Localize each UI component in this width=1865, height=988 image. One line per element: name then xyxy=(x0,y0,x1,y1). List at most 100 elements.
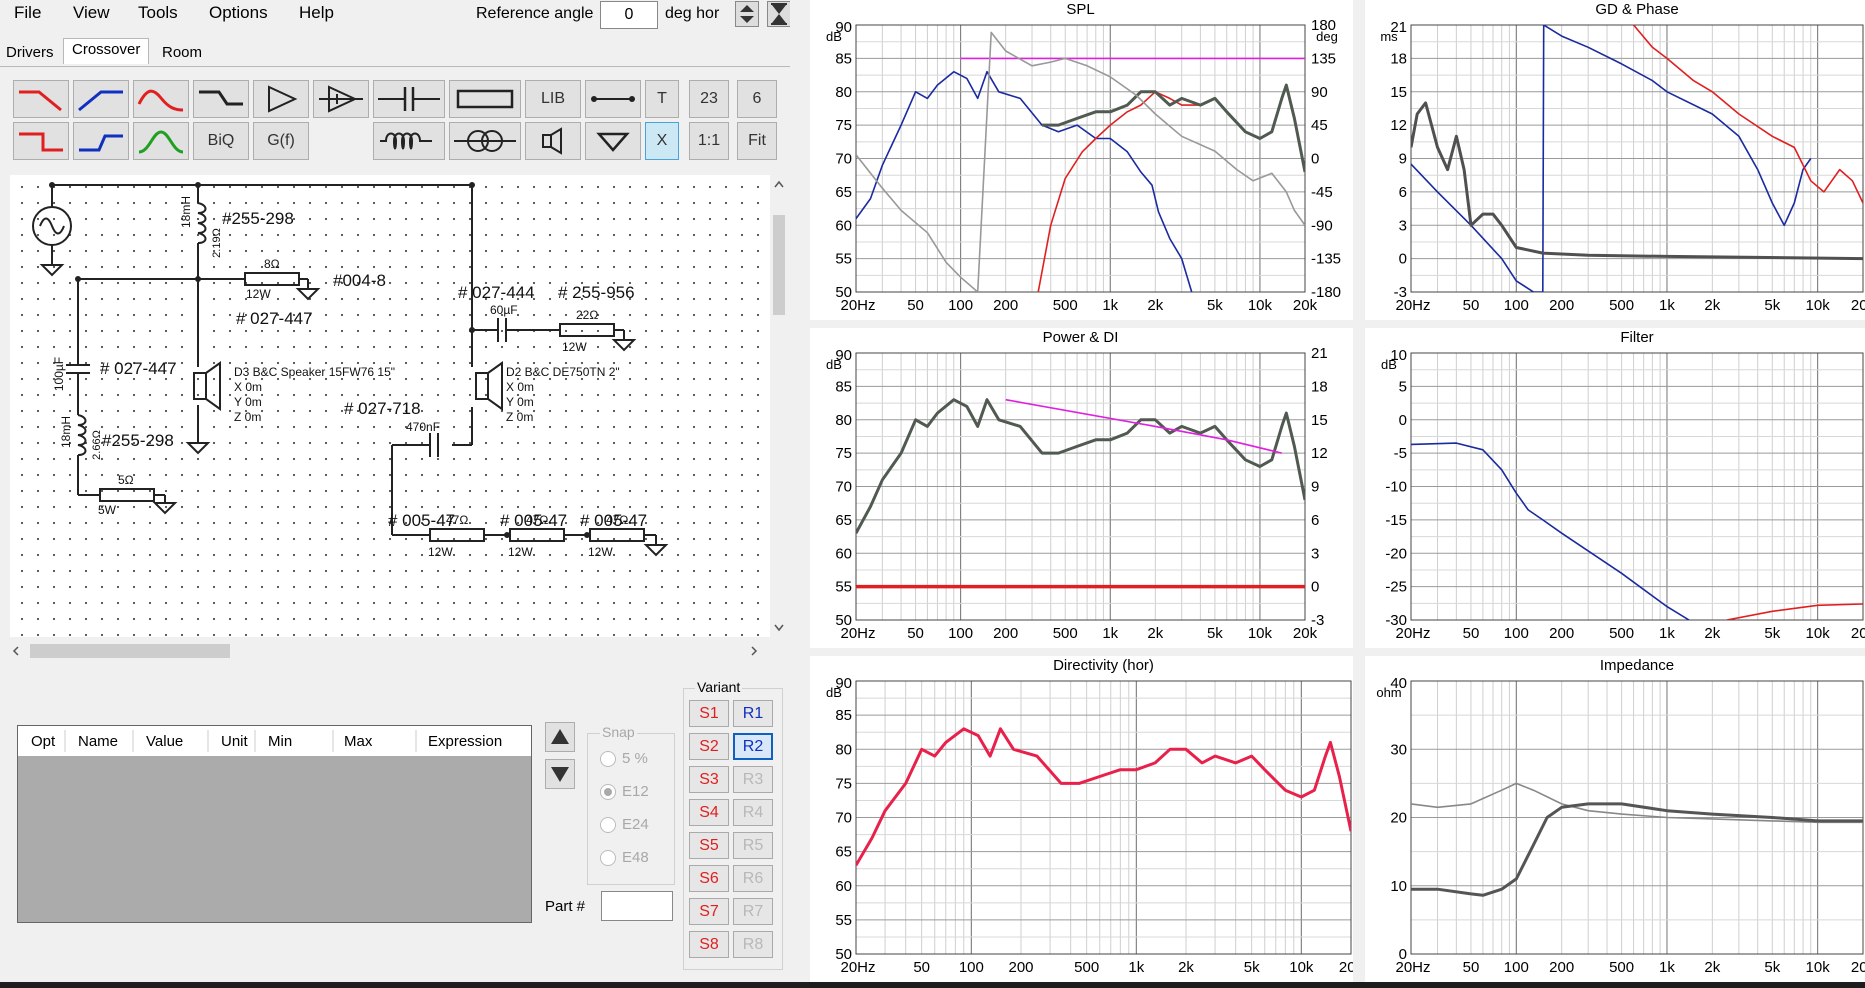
speaker-button[interactable] xyxy=(525,122,581,160)
x-tick-label: 200 xyxy=(993,297,1018,314)
scale-1-1-button[interactable]: 1:1 xyxy=(689,122,729,160)
chart-power-di[interactable]: Power & DI dB 90 85 80 75 70 65 60 55 50 21 18 15 12 9 6… xyxy=(810,328,1353,648)
zoom-23-button[interactable]: 23 xyxy=(689,80,729,118)
x-button[interactable]: X xyxy=(645,122,679,160)
woofer-y-label: Y 0m xyxy=(234,395,262,409)
r6-value-label: 47Ω xyxy=(606,513,629,527)
snap-5pct-option[interactable]: 5 % xyxy=(600,750,648,768)
y-tick-label: 70 xyxy=(835,810,852,827)
gf-button[interactable]: G(f) xyxy=(253,122,309,160)
lowpass-1st-button[interactable] xyxy=(13,80,69,118)
menu-options[interactable]: Options xyxy=(209,3,268,23)
variant-s2-button[interactable]: S2 xyxy=(689,733,729,760)
r3-watt-label: 12W xyxy=(562,340,587,354)
schematic-canvas[interactable]: 18mH 2.19Ω #255-298 8Ω 12W #004-8 # 027-… xyxy=(10,175,770,637)
bandpass-button[interactable] xyxy=(133,122,189,160)
variant-r5-button[interactable]: R5 xyxy=(733,832,773,859)
angle-spin-button[interactable] xyxy=(735,1,759,27)
series-line xyxy=(1005,398,1282,454)
transformer-button[interactable] xyxy=(449,122,521,160)
menu-help[interactable]: Help xyxy=(299,3,334,23)
resistor-icon xyxy=(456,89,514,109)
y-tick-label: 0 xyxy=(1399,412,1407,429)
lib-button[interactable]: LIB xyxy=(525,80,581,118)
variant-s4-button[interactable]: S4 xyxy=(689,799,729,826)
variant-r1-button[interactable]: R1 xyxy=(733,700,773,727)
t-button[interactable]: T xyxy=(645,80,679,118)
snap-e12-option[interactable]: E12 xyxy=(600,783,649,801)
resistor-button[interactable] xyxy=(449,80,521,118)
y2-tick-label: 0 xyxy=(1311,579,1319,596)
chart-gd-phase[interactable]: GD & Phase ms 21 18 15 12 9 6 3 0 -3 20Hz 50 100 200 50… xyxy=(1365,0,1865,320)
shelf-button[interactable] xyxy=(193,80,249,118)
tab-room[interactable]: Room xyxy=(162,44,202,61)
tab-crossover[interactable]: Crossover xyxy=(63,38,150,64)
variant-r3-button[interactable]: R3 xyxy=(733,766,773,793)
snap-e48-option[interactable]: E48 xyxy=(600,849,649,867)
x-tick-label: 5k xyxy=(1764,625,1780,642)
x-tick-label: 20k xyxy=(1339,959,1353,976)
y-tick-label: 30 xyxy=(1390,741,1407,758)
tab-drivers[interactable]: Drivers xyxy=(6,44,54,61)
x-tick-label: 200 xyxy=(1008,959,1033,976)
snap-e24-option[interactable]: E24 xyxy=(600,816,649,834)
schematic-vertical-scrollbar[interactable] xyxy=(770,175,788,637)
variant-s5-button[interactable]: S5 xyxy=(689,832,729,859)
variant-s7-button[interactable]: S7 xyxy=(689,898,729,925)
variant-s6-button[interactable]: S6 xyxy=(689,865,729,892)
highpass-1st-button[interactable] xyxy=(73,80,129,118)
c1-value-label: 100µF xyxy=(52,356,67,392)
zoom-6-button[interactable]: 6 xyxy=(737,80,777,118)
ground-button[interactable] xyxy=(585,122,641,160)
reference-angle-input[interactable]: 0 xyxy=(600,1,658,29)
optimizer-table[interactable]: Opt Name Value Unit Min Max Expression xyxy=(17,725,532,923)
r5-watt-label: 12W xyxy=(508,545,533,559)
x-tick-label: 1k xyxy=(1102,625,1118,642)
angle-reset-button[interactable] xyxy=(767,1,791,27)
series-line xyxy=(1411,101,1863,261)
lowpass-steep-button[interactable] xyxy=(13,122,69,160)
y-tick-label: 70 xyxy=(835,479,852,496)
highpass-steep-button[interactable] xyxy=(73,122,129,160)
menu-view[interactable]: View xyxy=(73,3,110,23)
chart-filter[interactable]: Filter dB 10 5 0 -5 -10 -15 -20 -25 -30 20Hz 50 100 20… xyxy=(1365,328,1865,648)
variant-s1-button[interactable]: S1 xyxy=(689,700,729,727)
variant-r7-button[interactable]: R7 xyxy=(733,898,773,925)
inductor-button[interactable] xyxy=(373,122,445,160)
chart-spl[interactable]: SPL dB deg 90 85 80 75 70 65 60 55 50 180 135 90 45 0 -45… xyxy=(810,0,1353,320)
variant-r8-button[interactable]: R8 xyxy=(733,931,773,958)
variant-s8-button[interactable]: S8 xyxy=(689,931,729,958)
part-number-input[interactable] xyxy=(601,891,673,921)
y-tick-label: 21 xyxy=(1390,19,1407,36)
biquad-button[interactable]: BiQ xyxy=(193,122,249,160)
c1-part-label: # 027-447 xyxy=(100,359,177,378)
amplifier-button[interactable] xyxy=(253,80,309,118)
lowpass-2nd-button[interactable] xyxy=(133,80,189,118)
capacitor-button[interactable] xyxy=(373,80,445,118)
schematic-horizontal-scrollbar[interactable] xyxy=(10,637,770,667)
reference-angle-label: Reference angle xyxy=(476,5,594,22)
move-up-button[interactable] xyxy=(545,722,575,752)
optimizer-table-header: Opt Name Value Unit Min Max Expression xyxy=(18,726,531,757)
chart-title: SPL xyxy=(1066,1,1094,18)
variant-s3-button[interactable]: S3 xyxy=(689,766,729,793)
y2-tick-label: -90 xyxy=(1311,217,1333,234)
scroll-arrows-icon xyxy=(773,180,785,632)
move-down-button[interactable] xyxy=(545,759,575,789)
x-tick-label: 5k xyxy=(1244,959,1260,976)
series-line xyxy=(1411,782,1863,824)
c2-value-label: 60µF xyxy=(490,303,518,317)
chart-impedance[interactable]: Impedance ohm 40 30 20 10 0 20Hz 50 100 200 500 1k 2k… xyxy=(1365,656,1865,982)
hourglass-icon xyxy=(771,3,787,25)
variant-r4-button[interactable]: R4 xyxy=(733,799,773,826)
lowpass-steep-icon xyxy=(19,132,63,152)
variant-r2-button[interactable]: R2 xyxy=(733,733,773,760)
menu-file[interactable]: File xyxy=(14,3,41,23)
fit-button[interactable]: Fit xyxy=(737,122,777,160)
x-tick-label: 500 xyxy=(1074,959,1099,976)
buffer-button[interactable] xyxy=(313,80,369,118)
variant-r6-button[interactable]: R6 xyxy=(733,865,773,892)
menu-tools[interactable]: Tools xyxy=(138,3,178,23)
chart-directivity[interactable]: Directivity (hor) dB 90 85 80 75 70 65 60 55 50 20H… xyxy=(810,656,1364,982)
wire-button[interactable] xyxy=(585,80,641,118)
